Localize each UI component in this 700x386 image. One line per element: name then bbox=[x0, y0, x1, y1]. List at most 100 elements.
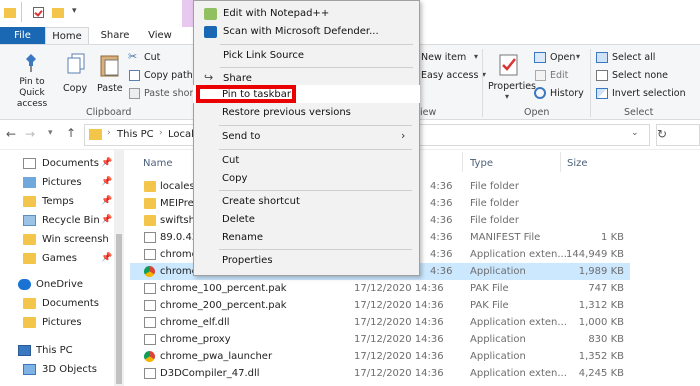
folder-icon bbox=[23, 253, 36, 264]
copy-button[interactable]: Copy bbox=[63, 51, 89, 103]
up-arrow-icon[interactable]: ↑ bbox=[66, 126, 76, 140]
nav-item-3d-objects[interactable]: 3D Objects bbox=[0, 360, 120, 379]
file-row[interactable]: chrome_100_percent.pak 17/12/2020 14:36 PA… bbox=[130, 280, 630, 297]
nav-item-recycle-bin[interactable]: Recycle Bin 📌 bbox=[0, 211, 120, 230]
recent-locations-chevron-icon[interactable]: ▾ bbox=[48, 128, 53, 138]
select-none-button[interactable]: Select none bbox=[596, 69, 696, 83]
menu-item-cut[interactable]: Cut bbox=[193, 152, 418, 170]
invert-selection-button[interactable]: Invert selection bbox=[596, 87, 700, 101]
clipboard-group-label: Clipboard bbox=[86, 107, 132, 118]
copy-path-button[interactable]: Copy path bbox=[128, 69, 194, 83]
menu-item-delete[interactable]: Delete bbox=[193, 211, 418, 229]
file-row[interactable]: chrome_elf.dll 17/12/2020 14:36 Applicatio… bbox=[130, 314, 630, 331]
file-row[interactable]: D3DCompiler_47.dll 17/12/2020 14:36 Applic… bbox=[130, 365, 630, 382]
menu-item-scan-defender[interactable]: Scan with Microsoft Defender... bbox=[194, 23, 419, 41]
column-header-size[interactable]: Size bbox=[567, 158, 588, 169]
menu-item-edit-notepad[interactable]: Edit with Notepad++ bbox=[194, 5, 419, 23]
menu-separator bbox=[220, 67, 413, 68]
file-size: 1,352 KB bbox=[578, 351, 624, 362]
chevron-down-icon: ▾ bbox=[505, 92, 510, 101]
clipboard-icon bbox=[99, 53, 121, 77]
quick-access-dropdown-icon[interactable]: ▾ bbox=[72, 6, 77, 16]
select-all-label: Select all bbox=[612, 52, 656, 63]
scrollbar-thumb[interactable] bbox=[116, 234, 122, 384]
file-size: 747 KB bbox=[588, 283, 624, 294]
copy-path-icon bbox=[129, 70, 140, 81]
nav-item-pictures[interactable]: Pictures 📌 bbox=[0, 173, 120, 192]
file-type: Application bbox=[470, 266, 526, 277]
nav-item-onedrive-pictures[interactable]: Pictures bbox=[0, 313, 120, 332]
column-header-name[interactable]: Name bbox=[143, 158, 173, 169]
history-button[interactable]: History bbox=[534, 87, 590, 101]
chrome-icon bbox=[144, 351, 155, 362]
nav-item-documents[interactable]: Documents 📌 bbox=[0, 154, 120, 173]
menu-item-properties[interactable]: Properties bbox=[193, 252, 418, 270]
easy-access-button[interactable]: Easy access ▾ bbox=[420, 69, 490, 83]
forward-arrow-icon[interactable]: → bbox=[25, 127, 35, 141]
file-date: 17/12/2020 14:36 bbox=[354, 317, 444, 328]
file-date: 4:36 bbox=[430, 266, 453, 277]
nav-item-games[interactable]: Games 📌 bbox=[0, 249, 120, 268]
file-type: File folder bbox=[470, 198, 519, 209]
menu-item-rename[interactable]: Rename bbox=[193, 229, 418, 247]
menu-item-restore-previous-versions[interactable]: Restore previous versions bbox=[193, 104, 418, 122]
refresh-icon: ↻ bbox=[657, 127, 668, 141]
scissors-icon: ✂ bbox=[128, 50, 138, 63]
menu-item-create-shortcut[interactable]: Create shortcut bbox=[193, 193, 418, 211]
new-folder-icon[interactable] bbox=[52, 8, 64, 18]
properties-check-icon[interactable] bbox=[33, 7, 44, 18]
chevron-down-icon: ▾ bbox=[576, 52, 581, 61]
menu-item-label: Rename bbox=[222, 232, 264, 243]
pin-quick-access-button[interactable]: Pin to Quick access bbox=[6, 51, 58, 109]
file-name: chrome_pwa_launcher bbox=[160, 351, 273, 362]
folder-icon bbox=[23, 317, 36, 328]
column-header-type[interactable]: Type bbox=[470, 158, 493, 169]
paste-button[interactable]: Paste bbox=[96, 51, 124, 103]
paste-shortcut-button[interactable]: Paste shortcut bbox=[128, 87, 212, 101]
tab-share[interactable]: Share bbox=[95, 27, 135, 45]
edit-label: Edit bbox=[550, 70, 569, 81]
refresh-button[interactable]: ↻ bbox=[656, 124, 700, 146]
select-none-icon bbox=[596, 70, 608, 81]
chevron-right-icon: › bbox=[159, 128, 163, 138]
nav-item-win-screenshots[interactable]: Win screensh bbox=[0, 230, 120, 249]
properties-button[interactable]: Properties ▾ bbox=[486, 51, 536, 105]
edit-icon bbox=[535, 70, 546, 81]
nav-pane-scrollbar[interactable] bbox=[114, 150, 124, 386]
file-type: Application exten... bbox=[470, 368, 567, 379]
pin-quick-access-label: Pin to Quick access bbox=[16, 77, 48, 109]
tab-home[interactable]: Home bbox=[45, 27, 89, 45]
file-name: chrome_200_percent.pak bbox=[160, 300, 287, 311]
copy-icon bbox=[66, 53, 86, 75]
menu-item-send-to[interactable]: Send to › bbox=[193, 128, 418, 146]
recycle-bin-icon bbox=[23, 215, 36, 226]
context-menu-lower: Restore previous versions Send to › Cut … bbox=[193, 104, 420, 276]
copy-path-label: Copy path bbox=[144, 70, 193, 81]
file-row[interactable]: chrome_proxy 17/12/2020 14:36 Application 8… bbox=[130, 331, 630, 348]
address-dropdown-icon[interactable]: ⌄ bbox=[631, 128, 639, 138]
tab-view[interactable]: View bbox=[140, 27, 180, 45]
new-item-button[interactable]: New item ▾ bbox=[420, 51, 490, 65]
nav-item-onedrive-documents[interactable]: Documents bbox=[0, 294, 120, 313]
file-row[interactable]: chrome_200_percent.pak 17/12/2020 14:36 PA… bbox=[130, 297, 630, 314]
back-arrow-icon[interactable]: ← bbox=[6, 127, 16, 141]
divider bbox=[21, 2, 22, 22]
menu-item-copy[interactable]: Copy bbox=[193, 170, 418, 188]
open-button[interactable]: Open ▾ bbox=[534, 51, 590, 65]
edit-button[interactable]: Edit bbox=[534, 69, 590, 83]
nav-item-onedrive[interactable]: OneDrive bbox=[0, 275, 120, 294]
menu-item-label: Create shortcut bbox=[222, 196, 300, 207]
history-label: History bbox=[550, 88, 584, 99]
properties-icon bbox=[498, 53, 520, 77]
nav-item-label: Pictures bbox=[42, 317, 82, 328]
cut-button[interactable]: ✂ Cut bbox=[128, 50, 194, 65]
breadcrumb-this-pc[interactable]: This PC bbox=[117, 129, 154, 140]
tab-file[interactable]: File bbox=[0, 27, 45, 45]
file-size: 1,312 KB bbox=[578, 300, 624, 311]
select-all-button[interactable]: Select all bbox=[596, 51, 696, 65]
file-row[interactable]: chrome_pwa_launcher 17/12/2020 14:36 Appli… bbox=[130, 348, 630, 365]
nav-item-temps[interactable]: Temps 📌 bbox=[0, 192, 120, 211]
nav-item-this-pc[interactable]: This PC bbox=[0, 341, 120, 360]
file-type: File folder bbox=[470, 215, 519, 226]
menu-item-pick-link-source[interactable]: Pick Link Source bbox=[194, 47, 419, 65]
